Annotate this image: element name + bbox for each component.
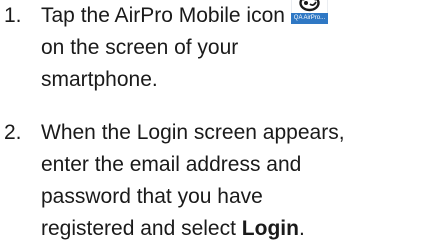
step-text-segment: Tap the AirPro Mobile icon xyxy=(41,4,285,27)
step-text-segment: registered and select xyxy=(41,217,242,240)
step-text: Tap the AirPro Mobile icon QA AirPro... o… xyxy=(41,0,441,96)
step-line: When the Login screen appears, xyxy=(41,121,345,144)
instruction-list: 1. Tap the AirPro Mobile icon QA AirPro..… xyxy=(0,0,443,247)
login-keyword: Login xyxy=(241,217,299,240)
step-text-segment: . xyxy=(298,217,305,240)
step-line: Tap the AirPro Mobile icon QA AirPro... xyxy=(41,0,441,32)
step-text: When the Login screen appears, enter the… xyxy=(41,117,441,245)
airpro-mobile-app-icon: QA AirPro... xyxy=(290,0,328,24)
step-line: registered and select Login. xyxy=(41,213,441,245)
step-line: password that you have xyxy=(41,185,263,208)
step-number: 2. xyxy=(4,121,22,144)
step-line: on the screen of your xyxy=(41,36,239,59)
step-line: enter the email address and xyxy=(41,153,302,176)
app-icon-caption: QA AirPro... xyxy=(290,13,328,24)
step-line: smartphone. xyxy=(41,68,158,91)
step-number: 1. xyxy=(4,4,22,27)
